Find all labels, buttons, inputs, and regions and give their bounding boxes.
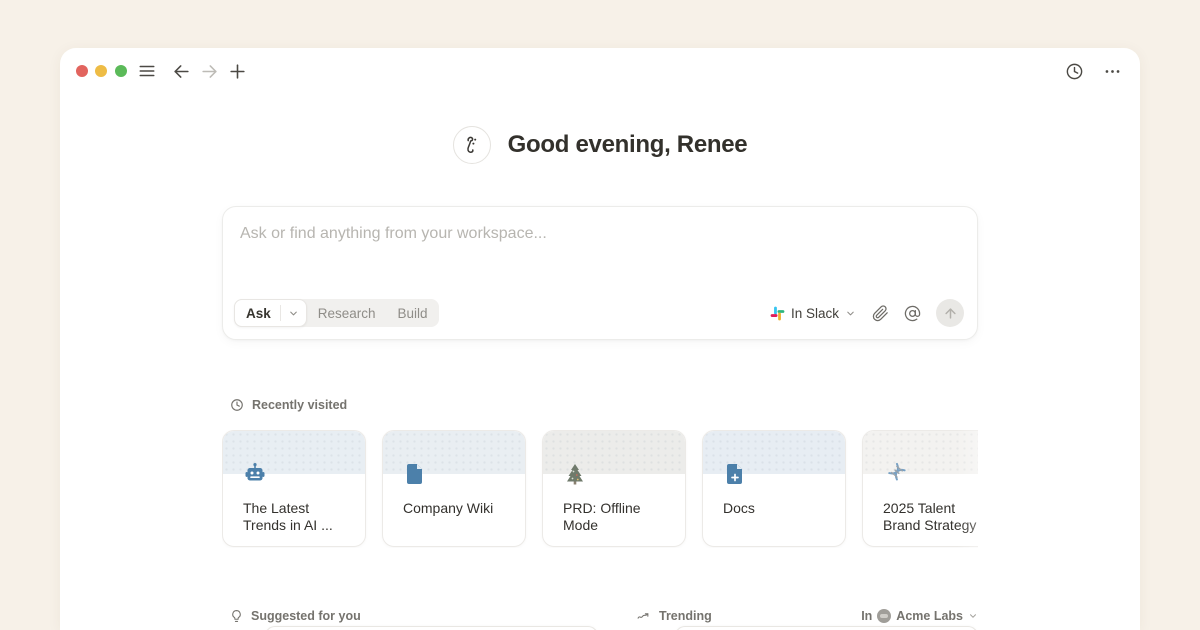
workspace-name: Acme Labs: [896, 609, 963, 623]
recently-visited-label: Recently visited: [252, 398, 347, 412]
forward-arrow-icon[interactable]: [198, 60, 220, 82]
dna-icon: [883, 462, 907, 486]
trending-label: Trending: [659, 609, 712, 623]
robot-icon: [243, 462, 267, 486]
new-page-icon[interactable]: [226, 60, 248, 82]
app-window: Good evening, Renee Ask Research Build: [60, 48, 1140, 630]
recent-card[interactable]: Docs: [702, 430, 846, 547]
recent-card[interactable]: PRD: Offline Mode: [542, 430, 686, 547]
card-title: Docs: [723, 500, 831, 517]
suggested-for-you-header: Suggested for you: [230, 609, 361, 623]
slack-icon: [770, 306, 785, 321]
trending-card-top: [675, 626, 978, 630]
recently-visited-header: Recently visited: [230, 398, 347, 412]
mode-research-button[interactable]: Research: [307, 306, 387, 321]
recent-card[interactable]: Company Wiki: [382, 430, 526, 547]
card-title: PRD: Offline Mode: [563, 500, 671, 534]
suggested-for-you-label: Suggested for you: [251, 609, 361, 623]
recently-visited-cards: The Latest Trends in AI ... Company Wiki…: [222, 430, 978, 548]
notion-ai-face-icon: [453, 126, 491, 164]
document-plus-icon: [723, 462, 747, 486]
mode-ask-button[interactable]: Ask: [234, 299, 307, 327]
more-options-icon[interactable]: [1101, 60, 1123, 82]
chevron-down-icon: [968, 611, 978, 621]
back-arrow-icon[interactable]: [170, 60, 192, 82]
mode-ask-label: Ask: [235, 306, 280, 321]
ask-toolbar: Ask Research Build In: [234, 299, 964, 327]
slack-context-label: In Slack: [791, 306, 839, 321]
history-clock-icon[interactable]: [1063, 60, 1085, 82]
attach-paperclip-icon[interactable]: [868, 301, 892, 325]
lightbulb-icon: [230, 609, 243, 623]
chevron-down-icon[interactable]: [281, 308, 306, 319]
card-title: 2025 Talent Brand Strategy: [883, 500, 978, 534]
trending-header: Trending: [636, 609, 712, 623]
slack-context-picker[interactable]: In Slack: [766, 306, 860, 321]
greeting-row: Good evening, Renee: [60, 126, 1140, 164]
workspace-logo-icon: [877, 609, 891, 623]
mention-at-icon[interactable]: [900, 301, 924, 325]
mode-build-button[interactable]: Build: [387, 306, 439, 321]
workspace-prefix: In: [861, 609, 872, 623]
greeting-text: Good evening, Renee: [508, 131, 748, 159]
zoom-window-button[interactable]: [115, 65, 127, 77]
send-button[interactable]: [936, 299, 964, 327]
minimize-window-button[interactable]: [95, 65, 107, 77]
card-title: Company Wiki: [403, 500, 511, 517]
clock-icon: [230, 398, 244, 412]
titlebar: [60, 48, 1140, 94]
ask-box: Ask Research Build In: [222, 206, 978, 340]
card-cover: [863, 431, 978, 474]
tree-icon: [563, 462, 587, 486]
recent-card[interactable]: 2025 Talent Brand Strategy: [862, 430, 978, 547]
chevron-down-icon: [845, 308, 856, 319]
workspace-picker[interactable]: In Acme Labs: [850, 609, 978, 623]
recent-card[interactable]: The Latest Trends in AI ...: [222, 430, 366, 547]
card-title: The Latest Trends in AI ...: [243, 500, 351, 534]
ask-input[interactable]: [240, 219, 950, 249]
close-window-button[interactable]: [76, 65, 88, 77]
suggested-card-top: [265, 626, 598, 630]
ask-right-tools: In Slack: [766, 299, 964, 327]
mode-selector: Ask Research Build: [234, 299, 439, 327]
document-icon: [403, 462, 427, 486]
trending-up-icon: [636, 610, 651, 623]
sidebar-menu-icon[interactable]: [136, 60, 158, 82]
